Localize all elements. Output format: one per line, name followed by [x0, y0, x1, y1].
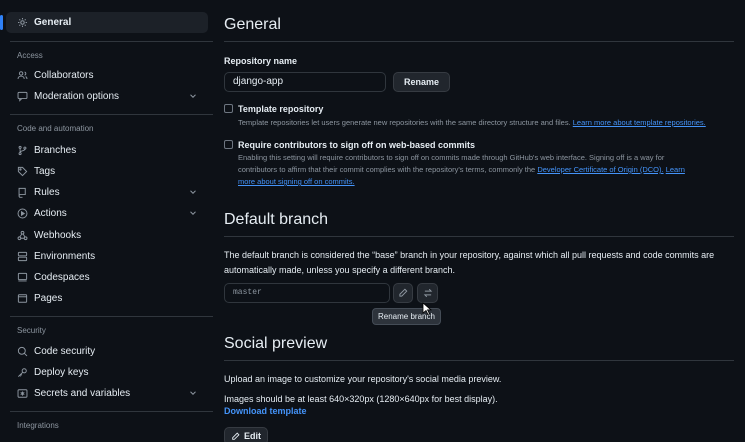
sidebar-item-label: Code security [34, 346, 96, 357]
default-branch-title: Default branch [224, 211, 329, 228]
template-repo-desc-text: Template repositories let users generate… [238, 118, 571, 127]
signoff-label: Require contributors to sign off on web-… [238, 140, 476, 150]
sidebar-item-label: Codespaces [34, 272, 90, 283]
sidebar-item-codespaces[interactable]: Codespaces [6, 267, 208, 288]
sidebar-item-label: Branches [34, 145, 77, 156]
chevron-down-icon [190, 94, 196, 98]
comment-icon [17, 91, 28, 102]
sidebar-item-tags[interactable]: Tags [6, 161, 208, 182]
sidebar-item-webhooks[interactable]: Webhooks [6, 225, 208, 246]
signoff-desc: Enabling this setting will require contr… [238, 152, 738, 188]
default-branch-field: master [224, 283, 390, 303]
key-icon [17, 367, 28, 378]
sidebar-divider [10, 316, 213, 317]
section-divider [224, 41, 734, 42]
sidebar-item-label: Collaborators [34, 70, 94, 81]
edit-social-preview-button[interactable]: Edit [224, 427, 268, 442]
mouse-cursor-icon [422, 302, 432, 316]
codescan-icon [17, 346, 28, 357]
people-icon [17, 70, 28, 81]
default-branch-desc-line2: automatically made, unless you specify a… [224, 265, 455, 275]
sidebar-item-label: General [34, 17, 72, 28]
asterisk-icon [17, 388, 28, 399]
section-label-security: Security [17, 326, 46, 335]
section-label-access: Access [17, 51, 43, 60]
sidebar-item-label: Rules [34, 187, 60, 198]
chevron-down-icon [190, 190, 196, 194]
signoff-desc-line2: contributors to affirm that their commit… [238, 165, 538, 174]
template-learn-more-link[interactable]: Learn more about template repositories. [573, 118, 706, 127]
sidebar-divider [10, 411, 213, 412]
social-preview-size-note: Images should be at least 640×320px (128… [224, 394, 498, 404]
sidebar-item-label: Deploy keys [34, 367, 89, 378]
section-label-integrations: Integrations [17, 421, 59, 430]
sidebar-item-secrets[interactable]: Secrets and variables [6, 383, 208, 404]
sidebar-item-pages[interactable]: Pages [6, 288, 208, 309]
signoff-desc-line1: Enabling this setting will require contr… [238, 153, 665, 162]
sidebar-item-label: Moderation options [34, 91, 120, 102]
webhook-icon [17, 230, 28, 241]
default-branch-desc-line1: The default branch is considered the “ba… [224, 250, 715, 260]
signoff-checkbox[interactable] [224, 140, 233, 149]
sidebar-item-general[interactable]: General [0, 12, 208, 33]
repo-name-label: Repository name [224, 56, 298, 66]
sidebar-item-code-security[interactable]: Code security [6, 341, 208, 362]
template-repo-label: Template repository [238, 104, 324, 114]
sidebar-divider [10, 114, 213, 115]
git-branch-icon [17, 145, 28, 156]
learn-link[interactable]: Learn [666, 165, 685, 174]
sidebar-item-label: Webhooks [34, 230, 82, 241]
sidebar-divider [10, 41, 213, 42]
sidebar-item-environments[interactable]: Environments [6, 246, 208, 267]
server-icon [17, 251, 28, 262]
sidebar-item-deploy-keys[interactable]: Deploy keys [6, 362, 208, 383]
switch-branch-button[interactable] [417, 283, 438, 303]
arrow-switch-icon [423, 288, 432, 298]
chevron-down-icon [190, 211, 196, 215]
section-divider [224, 360, 734, 361]
sidebar-item-moderation[interactable]: Moderation options [6, 86, 208, 107]
download-template-link[interactable]: Download template [224, 406, 307, 416]
edit-button-label: Edit [244, 431, 261, 441]
sidebar-item-rules[interactable]: Rules [6, 182, 208, 203]
play-icon [17, 208, 28, 219]
social-preview-title: Social preview [224, 335, 328, 352]
sidebar-item-actions[interactable]: Actions [6, 203, 208, 224]
rename-button[interactable]: Rename [393, 72, 451, 92]
sidebar-item-label: Tags [34, 166, 56, 177]
template-repo-checkbox[interactable] [224, 104, 233, 113]
page-title: General [224, 16, 281, 33]
edit-branch-button[interactable] [393, 283, 413, 303]
sidebar-item-label: Environments [34, 251, 96, 262]
chevron-down-icon [190, 391, 196, 395]
browser-icon [17, 293, 28, 304]
pencil-icon [232, 431, 240, 440]
gear-icon [17, 17, 28, 28]
sidebar-item-branches[interactable]: Branches [6, 140, 208, 161]
signoff-more-link[interactable]: more about signing off on commits. [238, 177, 355, 186]
template-repo-desc: Template repositories let users generate… [238, 117, 745, 129]
sidebar-item-label: Secrets and variables [34, 388, 131, 399]
repo-name-input[interactable]: django-app [224, 72, 386, 92]
settings-sidebar: General Access Collaborators Moderation … [0, 0, 213, 442]
dco-link[interactable]: Developer Certificate of Origin (DCO). [537, 165, 663, 174]
section-label-code-automation: Code and automation [17, 124, 94, 133]
section-divider [224, 236, 734, 237]
pencil-icon [399, 288, 408, 297]
sidebar-item-label: Pages [34, 293, 63, 304]
sidebar-item-label: Actions [34, 208, 67, 219]
codespaces-icon [17, 272, 28, 283]
tag-icon [17, 166, 28, 177]
social-preview-desc: Upload an image to customize your reposi… [224, 374, 502, 384]
sidebar-item-collaborators[interactable]: Collaborators [6, 65, 208, 86]
repo-push-icon [17, 187, 28, 198]
default-branch-desc: The default branch is considered the “ba… [224, 248, 734, 278]
